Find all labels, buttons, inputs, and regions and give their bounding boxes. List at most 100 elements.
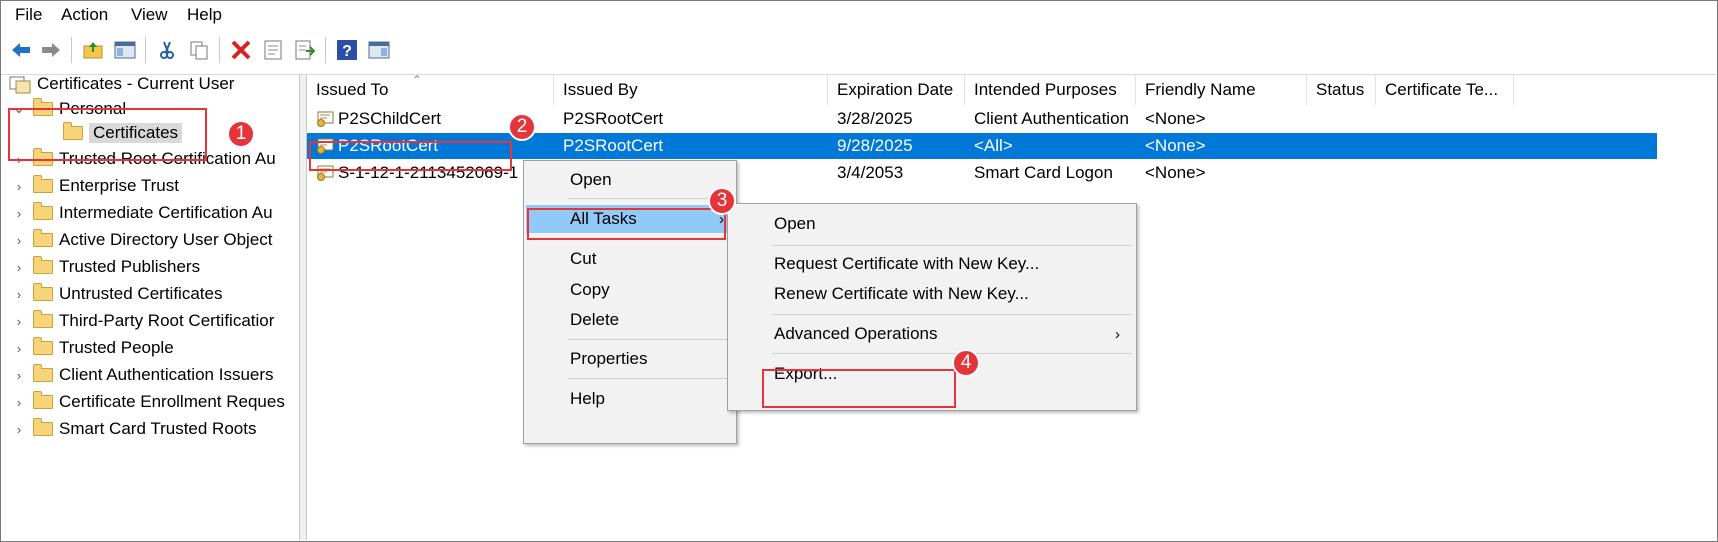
toolbar-separator [71,37,72,63]
table-cell: <All> [974,136,1139,156]
menu-item-copy[interactable]: Copy [526,276,734,304]
menu-action[interactable]: Action [61,5,108,25]
menu-item-properties[interactable]: Properties [526,345,734,373]
table-cell: <None> [1145,109,1305,129]
pane-splitter[interactable] [300,75,307,540]
menu-item-cut[interactable]: Cut [526,245,734,273]
column-label: Friendly Name [1145,80,1256,99]
column-expiration-date[interactable]: Expiration Date [828,75,965,105]
folder-icon [33,283,53,301]
back-arrow-icon[interactable] [9,38,33,62]
column-intended-purposes[interactable]: Intended Purposes [965,75,1136,105]
table-cell: 3/4/2053 [837,163,967,183]
chevron-right-icon[interactable]: › [11,260,27,275]
folder-icon [33,391,53,409]
tree-item-store[interactable]: › Active Directory User Object [11,228,273,252]
tree-item-label: Active Directory User Object [59,230,273,249]
menu-item-open[interactable]: Open [526,166,734,194]
column-status[interactable]: Status [1307,75,1376,105]
menu-item-delete[interactable]: Delete [526,306,734,334]
submenu-item-renew-new-key[interactable]: Renew Certificate with New Key... [730,280,1134,308]
column-issued-by[interactable]: Issued By [554,75,828,105]
table-cell: 9/28/2025 [837,136,967,156]
table-cell-text: 3/4/2053 [837,163,904,182]
menu-separator [772,314,1132,315]
chevron-right-icon[interactable]: › [11,233,27,248]
annotation-box-personal [8,108,207,161]
chevron-right-icon[interactable]: › [11,395,27,410]
tree-item-store[interactable]: › Trusted Publishers [11,255,200,279]
table-cell: Client Authentication [974,109,1139,129]
chevron-right-icon[interactable]: › [11,368,27,383]
tree-item-label: Untrusted Certificates [59,284,223,303]
tree-item-store[interactable]: › Smart Card Trusted Roots [11,417,256,441]
properties-icon[interactable] [261,38,285,62]
delete-icon[interactable] [229,38,253,62]
svg-text:?: ? [342,43,352,60]
chevron-right-icon[interactable]: › [11,314,27,329]
annotation-badge: 2 [508,113,536,141]
menu-file[interactable]: File [15,5,42,25]
tree-item-label: Smart Card Trusted Roots [59,419,257,438]
menu-help[interactable]: Help [187,5,222,25]
chevron-right-icon[interactable]: › [11,206,27,221]
up-folder-icon[interactable] [81,38,105,62]
folder-icon [33,310,53,328]
menu-item-help[interactable]: Help [526,385,734,413]
table-cell-text: <All> [974,136,1013,155]
folder-icon [33,175,53,193]
chevron-right-icon[interactable]: › [11,341,27,356]
submenu-item-request-new-key[interactable]: Request Certificate with New Key... [730,250,1134,278]
table-cell-text: <None> [1145,136,1206,155]
column-label: Status [1316,80,1365,99]
table-cell-text: P2SRootCert [563,136,664,155]
tree-root-label: Certificates - Current User [37,75,235,93]
chevron-right-icon: › [1115,325,1120,343]
folder-icon [33,418,53,436]
column-friendly-name[interactable]: Friendly Name [1136,75,1307,105]
folder-icon [33,202,53,220]
cut-icon[interactable] [155,38,179,62]
column-label: Issued By [563,80,638,99]
table-cell-text: Smart Card Logon [974,163,1113,182]
menu-separator [568,378,732,379]
chevron-right-icon[interactable]: › [11,287,27,302]
column-issued-to[interactable]: Issued To [307,75,554,105]
menu-separator [772,353,1132,354]
column-certificate-template[interactable]: Certificate Te... [1376,75,1514,105]
submenu-item-open[interactable]: Open [730,210,1134,238]
chevron-right-icon[interactable]: › [11,422,27,437]
table-cell: <None> [1145,136,1305,156]
copy-icon[interactable] [187,38,211,62]
menu-separator [568,339,732,340]
export-list-icon[interactable] [293,38,317,62]
tree-item-store[interactable]: › Client Authentication Issuers [11,363,274,387]
menu-view[interactable]: View [131,5,168,25]
table-cell: <None> [1145,163,1305,183]
tree-item-label: Third-Party Root Certificatior [59,311,275,330]
help-icon[interactable]: ? [335,38,359,62]
annotation-badge: 4 [952,349,980,377]
submenu-item-advanced-operations[interactable]: Advanced Operations › [730,320,1134,348]
show-action-pane-icon[interactable] [367,38,391,62]
folder-icon [33,229,53,247]
table-cell: P2SRootCert [563,109,825,129]
column-label: Certificate Te... [1385,80,1499,99]
table-cell: 3/28/2025 [837,109,967,129]
tree-item-store[interactable]: › Untrusted Certificates [11,282,222,306]
forward-arrow-icon[interactable] [39,38,63,62]
tree-root[interactable]: Certificates - Current User [9,75,234,96]
tree-item-label: Intermediate Certification Au [59,203,273,222]
tree-item-store[interactable]: › Third-Party Root Certificatior [11,309,274,333]
table-cell: P2SRootCert [563,136,825,156]
chevron-right-icon[interactable]: › [11,179,27,194]
toolbar: ? [1,28,1716,75]
show-hide-tree-icon[interactable] [113,38,137,62]
tree-item-store[interactable]: › Certificate Enrollment Reques [11,390,285,414]
tree-item-store[interactable]: › Enterprise Trust [11,174,179,198]
table-cell-text: Client Authentication [974,109,1129,128]
annotation-box-export [762,369,956,408]
tree-item-store[interactable]: › Trusted People [11,336,174,360]
tree-item-store[interactable]: › Intermediate Certification Au [11,201,273,225]
tree-item-label: Trusted People [59,338,174,357]
